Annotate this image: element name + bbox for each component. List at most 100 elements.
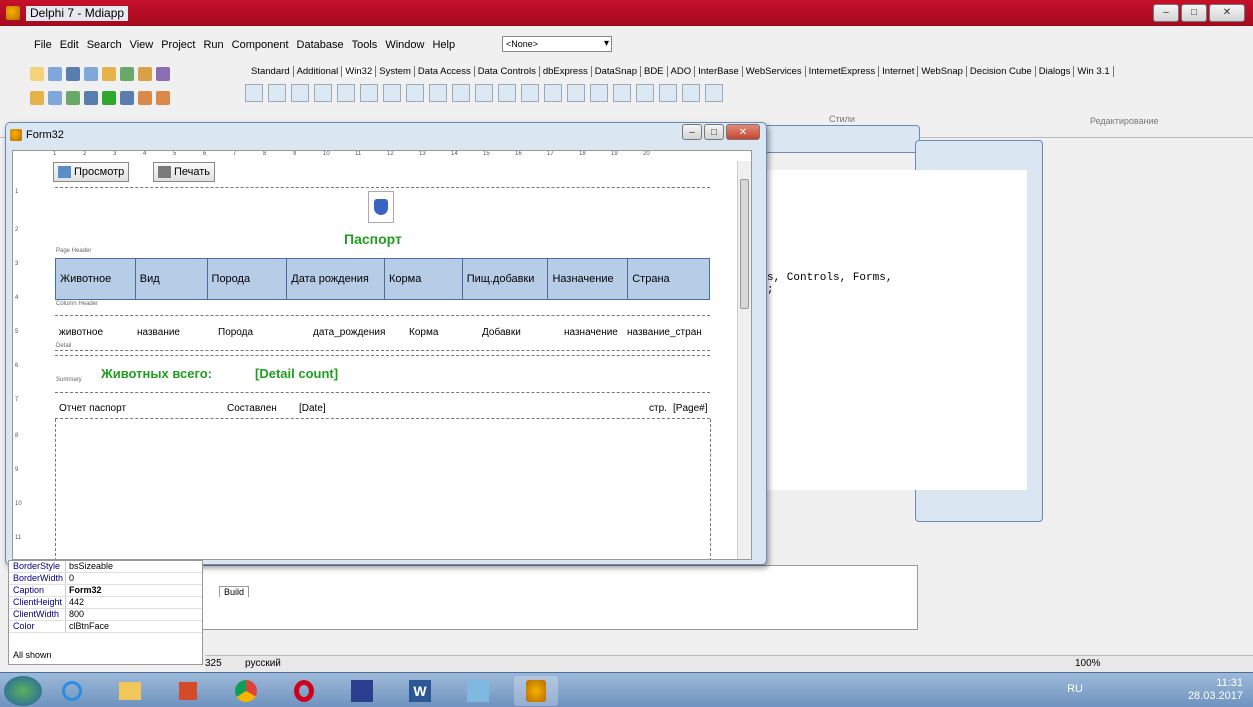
minimize-button[interactable]: – bbox=[1153, 4, 1179, 22]
menu-file[interactable]: File bbox=[30, 39, 56, 51]
prop-row[interactable]: BorderStyle bsSizeable bbox=[9, 561, 202, 573]
form-maximize-button[interactable]: □ bbox=[704, 124, 724, 140]
explorer-icon[interactable] bbox=[108, 676, 152, 706]
header-icon[interactable] bbox=[567, 84, 585, 102]
animate-icon[interactable] bbox=[452, 84, 470, 102]
menu-view[interactable]: View bbox=[126, 39, 158, 51]
clock-date[interactable]: 28.03.2017 bbox=[1188, 690, 1243, 703]
prop-row[interactable]: ClientWidth 800 bbox=[9, 609, 202, 621]
new-icon[interactable] bbox=[30, 67, 44, 81]
menu-window[interactable]: Window bbox=[381, 39, 428, 51]
build-tab[interactable]: Build bbox=[219, 586, 250, 597]
form-close-button[interactable]: ✕ bbox=[726, 124, 760, 140]
remove-file-icon[interactable] bbox=[138, 67, 152, 81]
col-breed[interactable]: Порода bbox=[208, 259, 288, 299]
menu-edit[interactable]: Edit bbox=[56, 39, 83, 51]
palette-tab-win31[interactable]: Win 3.1 bbox=[1074, 66, 1114, 77]
page-footer-band[interactable] bbox=[55, 395, 710, 419]
field-country[interactable]: название_стран bbox=[627, 327, 702, 338]
richedit-icon[interactable] bbox=[337, 84, 355, 102]
tabcontrol-icon[interactable] bbox=[268, 84, 286, 102]
ie-icon[interactable] bbox=[50, 676, 94, 706]
form-minimize-button[interactable]: – bbox=[682, 124, 702, 140]
col-animal[interactable]: Животное bbox=[56, 259, 136, 299]
palette-tab-dbexpress[interactable]: dbExpress bbox=[540, 66, 592, 77]
col-type[interactable]: Вид bbox=[136, 259, 208, 299]
clock-time[interactable]: 11:31 bbox=[1188, 677, 1243, 690]
palette-tab-data-controls[interactable]: Data Controls bbox=[475, 66, 540, 77]
menu-database[interactable]: Database bbox=[293, 39, 348, 51]
datetimepicker-icon[interactable] bbox=[475, 84, 493, 102]
view-unit-icon[interactable] bbox=[30, 91, 44, 105]
open-project-icon[interactable] bbox=[102, 67, 116, 81]
outlook-icon[interactable] bbox=[166, 676, 210, 706]
footer-made[interactable]: Составлен bbox=[227, 403, 277, 414]
field-feed[interactable]: Корма bbox=[409, 327, 438, 338]
palette-tab-ado[interactable]: ADO bbox=[668, 66, 696, 77]
palette-tab-internet[interactable]: Internet bbox=[879, 66, 919, 77]
prop-row[interactable]: Caption Form32 bbox=[9, 585, 202, 597]
monthcalendar-icon[interactable] bbox=[498, 84, 516, 102]
updown-icon[interactable] bbox=[406, 84, 424, 102]
paint-icon[interactable] bbox=[456, 676, 500, 706]
summary-text[interactable]: Животных всего: bbox=[101, 366, 212, 381]
palette-tab-bde[interactable]: BDE bbox=[641, 66, 668, 77]
palette-tab-system[interactable]: System bbox=[376, 66, 415, 77]
col-purpose[interactable]: Назначение bbox=[548, 259, 629, 299]
footer-page[interactable]: [Page#] bbox=[673, 403, 707, 414]
progressbar-icon[interactable] bbox=[383, 84, 401, 102]
input-language[interactable]: RU bbox=[1067, 683, 1083, 696]
toolbar-icon[interactable] bbox=[613, 84, 631, 102]
run-icon[interactable] bbox=[102, 91, 116, 105]
hotkey-icon[interactable] bbox=[429, 84, 447, 102]
comboboxex-icon[interactable] bbox=[682, 84, 700, 102]
field-animal[interactable]: животное bbox=[59, 327, 103, 338]
summary-count[interactable]: [Detail count] bbox=[255, 366, 338, 381]
prop-row[interactable]: BorderWidth 0 bbox=[9, 573, 202, 585]
footer-date[interactable]: [Date] bbox=[299, 403, 326, 414]
palette-tab-dialogs[interactable]: Dialogs bbox=[1036, 66, 1075, 77]
palette-tab-internetexpress[interactable]: InternetExpress bbox=[806, 66, 880, 77]
statusbar-icon[interactable] bbox=[590, 84, 608, 102]
pause-icon[interactable] bbox=[120, 91, 134, 105]
save-app-icon[interactable] bbox=[340, 676, 384, 706]
pagecontrol-icon[interactable] bbox=[291, 84, 309, 102]
col-birthdate[interactable]: Дата рождения bbox=[287, 259, 385, 299]
view-form-icon[interactable] bbox=[48, 91, 62, 105]
field-purpose[interactable]: назначение bbox=[564, 327, 618, 338]
close-button[interactable]: ✕ bbox=[1209, 4, 1245, 22]
imagelist-icon[interactable] bbox=[314, 84, 332, 102]
palette-tab-interbase[interactable]: InterBase bbox=[695, 66, 743, 77]
trace-into-icon[interactable] bbox=[138, 91, 152, 105]
toggle-form-unit-icon[interactable] bbox=[66, 91, 80, 105]
word-icon[interactable]: W bbox=[398, 676, 442, 706]
menu-tools[interactable]: Tools bbox=[348, 39, 382, 51]
menu-component[interactable]: Component bbox=[228, 39, 293, 51]
step-over-icon[interactable] bbox=[156, 91, 170, 105]
opera-icon[interactable] bbox=[282, 676, 326, 706]
chrome-icon[interactable] bbox=[224, 676, 268, 706]
pagescroller-icon[interactable] bbox=[659, 84, 677, 102]
open-icon[interactable] bbox=[48, 67, 62, 81]
delphi-task-icon[interactable] bbox=[514, 676, 558, 706]
col-feed[interactable]: Корма bbox=[385, 259, 463, 299]
code-editor[interactable]: s, Controls, Forms, ; bbox=[767, 170, 1027, 490]
pointer-icon[interactable] bbox=[245, 84, 263, 102]
footer-page-label[interactable]: стр. bbox=[649, 403, 667, 414]
palette-tab-webservices[interactable]: WebServices bbox=[743, 66, 806, 77]
palette-tab-decision-cube[interactable]: Decision Cube bbox=[967, 66, 1036, 77]
prop-row[interactable]: ClientHeight 442 bbox=[9, 597, 202, 609]
treeview-icon[interactable] bbox=[521, 84, 539, 102]
palette-tab-additional[interactable]: Additional bbox=[294, 66, 343, 77]
menu-help[interactable]: Help bbox=[428, 39, 459, 51]
add-file-icon[interactable] bbox=[120, 67, 134, 81]
palette-tab-standard[interactable]: Standard bbox=[248, 66, 294, 77]
trackbar-icon[interactable] bbox=[360, 84, 378, 102]
field-breed[interactable]: Порода bbox=[218, 327, 253, 338]
report-vertical-scrollbar[interactable] bbox=[737, 161, 751, 559]
menu-search[interactable]: Search bbox=[83, 39, 126, 51]
col-supplements[interactable]: Пищ.добавки bbox=[463, 259, 549, 299]
menu-run[interactable]: Run bbox=[199, 39, 227, 51]
desktop-combo[interactable]: <None> bbox=[502, 36, 612, 52]
prop-row[interactable]: Color clBtnFace bbox=[9, 621, 202, 633]
